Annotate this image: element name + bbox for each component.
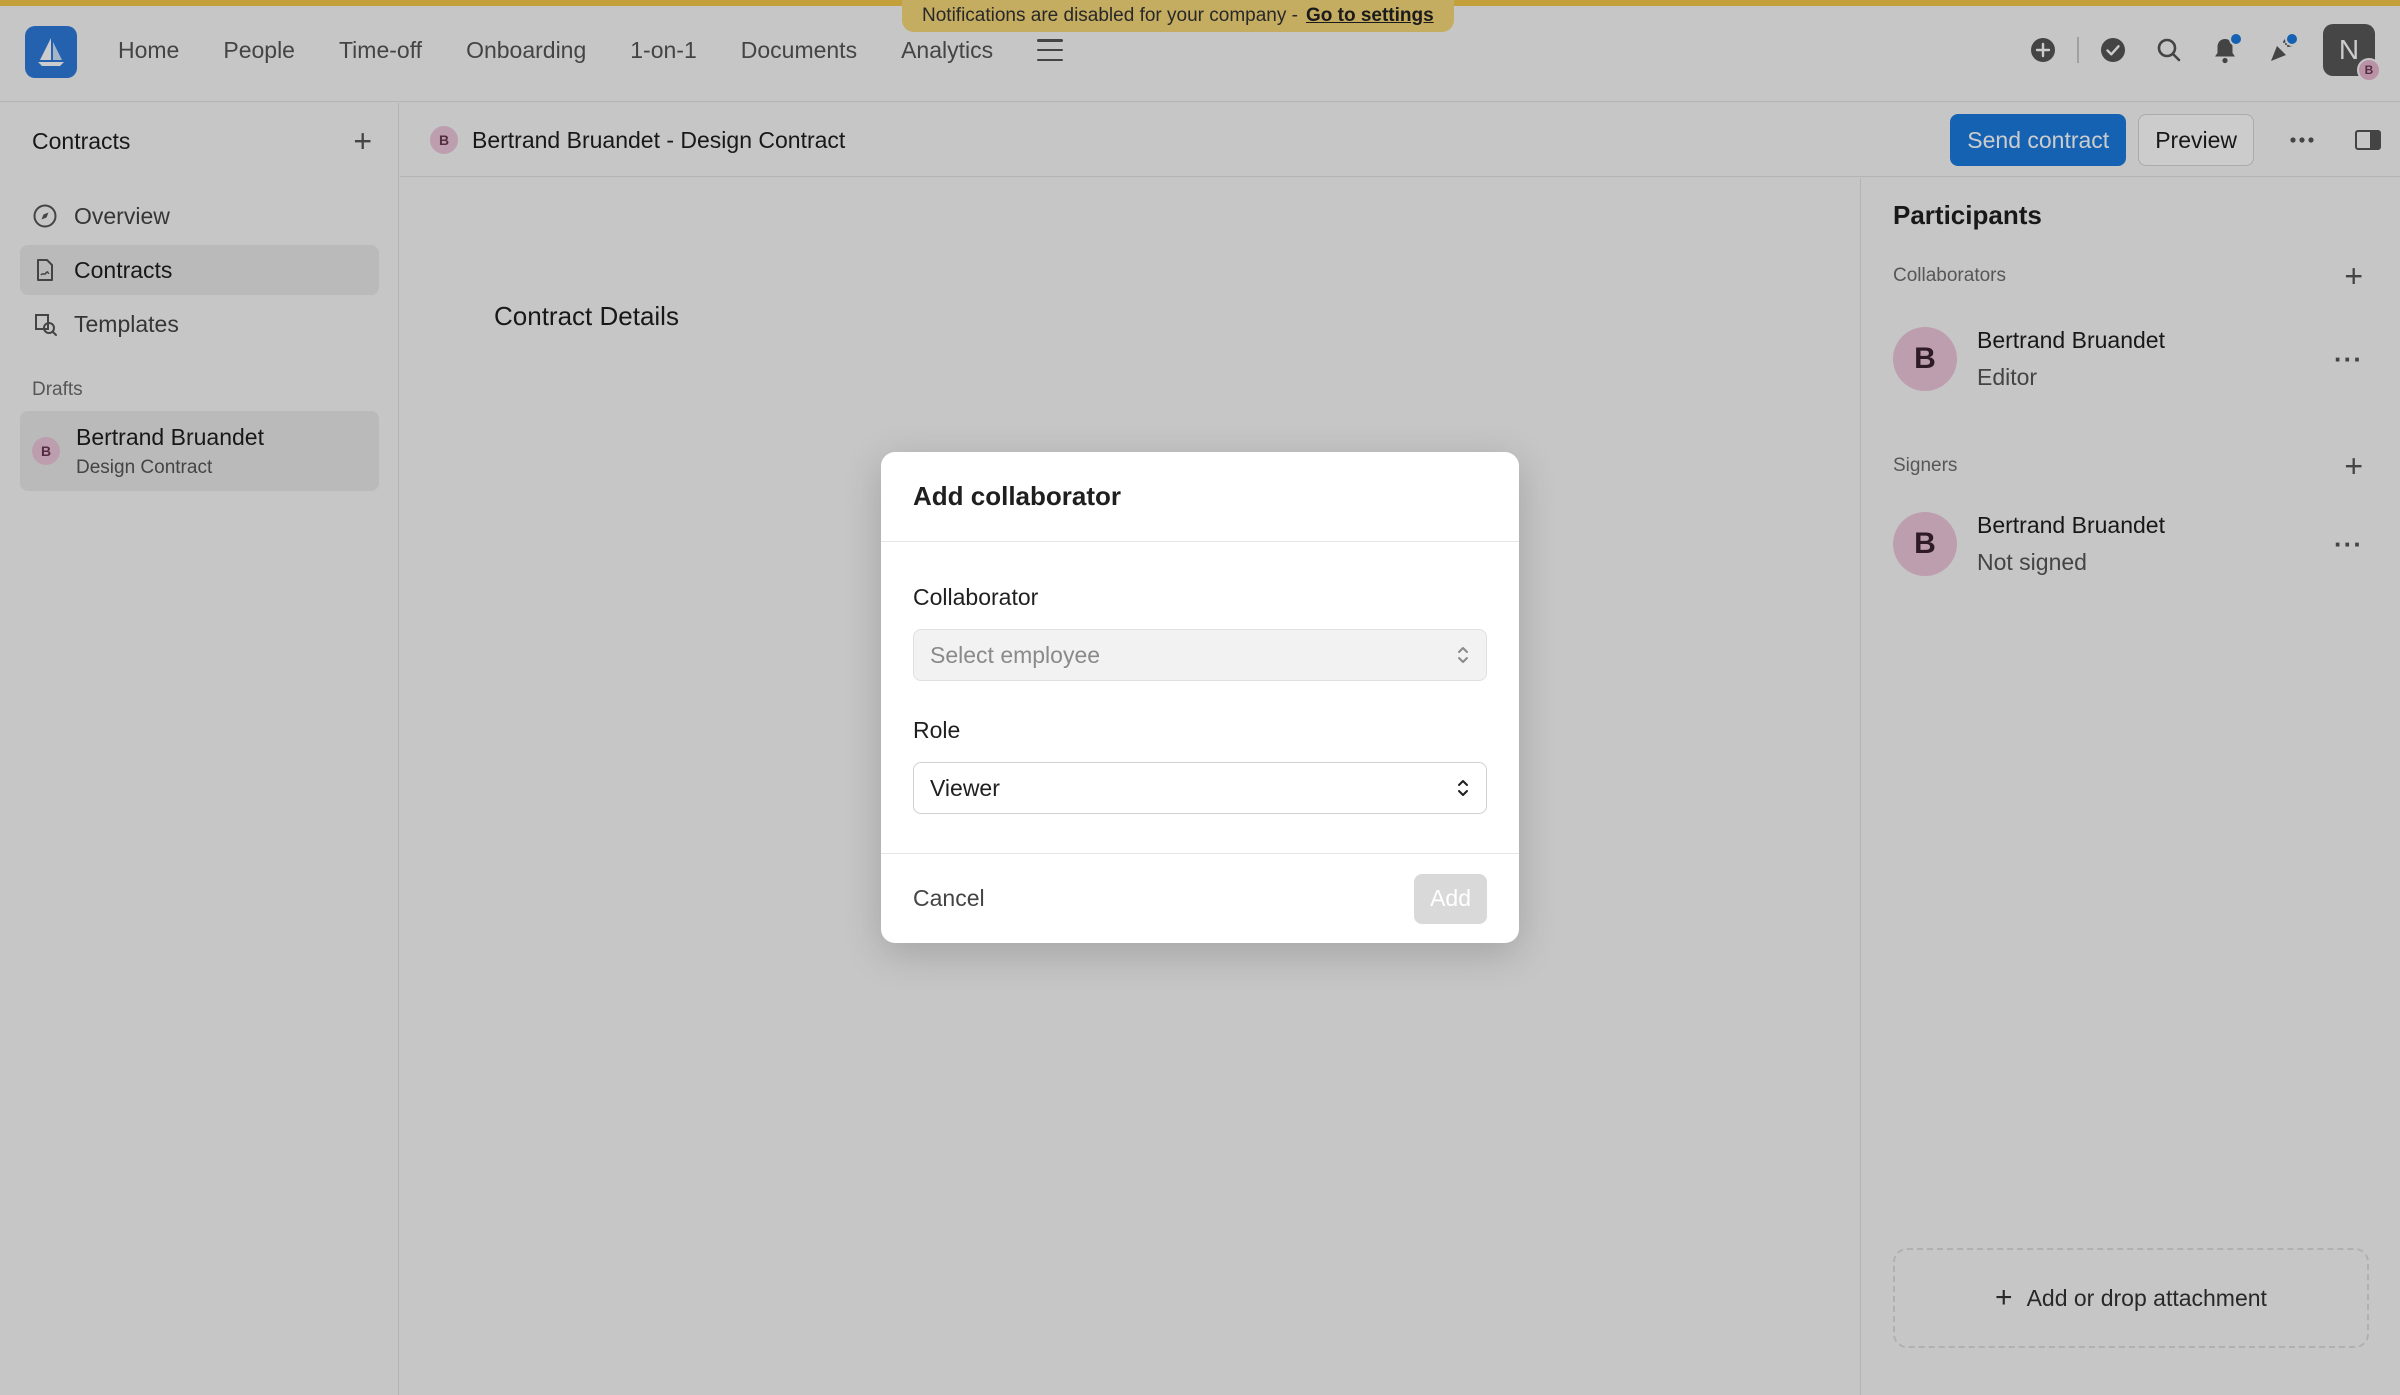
collaborator-field-label: Collaborator — [913, 584, 1039, 610]
add-button[interactable]: Add — [1414, 873, 1487, 924]
dialog-footer: Cancel Add — [881, 853, 1519, 943]
cancel-button[interactable]: Cancel — [897, 875, 1001, 922]
collaborator-select[interactable]: Select employee — [913, 629, 1487, 681]
role-field-label: Role — [913, 717, 961, 743]
collaborator-placeholder: Select employee — [930, 641, 1101, 668]
chevron-up-down-icon — [1458, 647, 1468, 663]
role-select[interactable]: Viewer — [913, 762, 1487, 814]
dialog-title: Add collaborator — [881, 452, 1519, 542]
role-value: Viewer — [930, 774, 1000, 801]
add-collaborator-dialog: Add collaborator Collaborator Select emp… — [881, 452, 1519, 943]
chevron-up-down-icon — [1458, 780, 1468, 796]
